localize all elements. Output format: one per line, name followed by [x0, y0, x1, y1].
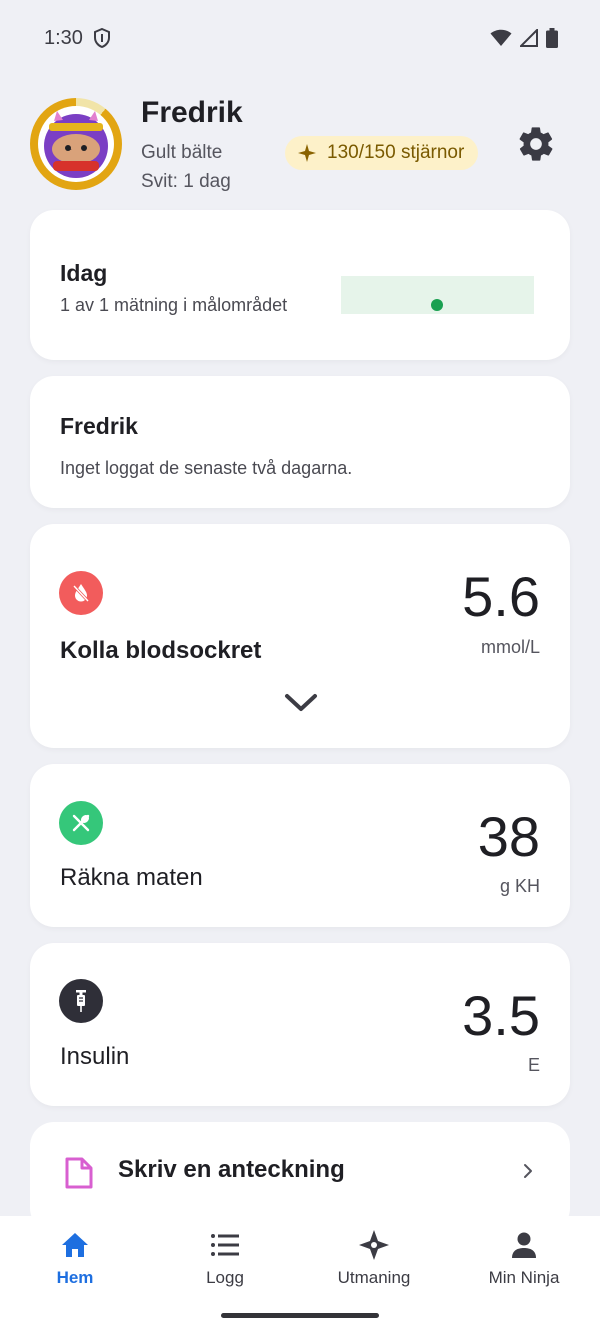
list-icon	[150, 1228, 300, 1262]
blood-sugar-label: Kolla blodsockret	[60, 637, 262, 664]
log-card-message: Inget loggat de senaste två dagarna.	[60, 458, 353, 478]
measurement-dot	[431, 299, 443, 311]
home-indicator[interactable]	[221, 1313, 379, 1318]
today-card[interactable]: Idag 1 av 1 mätning i målområdet	[30, 210, 570, 360]
profile-belt: Gult bälte	[141, 142, 223, 163]
syringe-glyph-icon	[76, 990, 86, 1012]
ninja-avatar-icon	[44, 111, 108, 178]
nav-item-challenge[interactable]: Utmaning	[299, 1228, 449, 1298]
nav-label-log: Logg	[206, 1268, 244, 1287]
blood-sugar-value: 5.6	[462, 565, 540, 628]
stars-count: 130/150 stjärnor	[327, 142, 465, 163]
profile-streak: Svit: 1 dag	[141, 171, 231, 192]
status-time: 1:30	[44, 26, 83, 49]
food-card[interactable]: Räkna maten 38 g KH	[30, 764, 570, 927]
target-range-chart	[341, 276, 534, 314]
nav-item-my-ninja[interactable]: Min Ninja	[449, 1228, 599, 1298]
nav-label-challenge: Utmaning	[337, 1268, 411, 1287]
food-value: 38	[477, 805, 540, 868]
star-icon	[298, 144, 316, 162]
wifi-icon	[490, 29, 512, 46]
status-bar: 1:30	[0, 0, 600, 76]
insulin-label: Insulin	[60, 1043, 130, 1070]
write-note-label: Skriv en anteckning	[118, 1156, 345, 1183]
home-icon	[0, 1228, 150, 1262]
profile-header: Fredrik Gult bälte Svit: 1 dag 130/150 s…	[30, 96, 570, 196]
utensils-icon	[59, 801, 103, 845]
insulin-value: 3.5	[462, 984, 540, 1047]
log-card-title: Fredrik	[60, 413, 138, 439]
document-icon	[65, 1157, 93, 1189]
avatar[interactable]	[30, 98, 122, 190]
chevron-down-icon[interactable]	[284, 692, 318, 714]
blood-sugar-unit: mmol/L	[480, 637, 540, 657]
today-title: Idag	[60, 260, 108, 286]
shield-icon	[93, 28, 110, 48]
nav-item-home[interactable]: Hem	[0, 1228, 150, 1298]
fork-spoon-icon	[72, 814, 90, 832]
syringe-icon	[59, 979, 103, 1023]
status-right	[490, 28, 558, 48]
bottom-navigation: Hem Logg Utmaning Min Ninja	[0, 1216, 600, 1333]
signal-icon	[520, 29, 538, 47]
insulin-card[interactable]: Insulin 3.5 E	[30, 943, 570, 1106]
gear-icon[interactable]	[516, 124, 556, 164]
battery-icon	[546, 28, 558, 48]
food-unit: g KH	[499, 876, 540, 896]
nav-item-log[interactable]: Logg	[150, 1228, 300, 1298]
status-left: 1:30	[44, 27, 111, 50]
blood-sugar-card[interactable]: Kolla blodsockret 5.6 mmol/L	[30, 524, 570, 748]
person-icon	[449, 1228, 599, 1262]
nav-label-my-ninja: Min Ninja	[488, 1268, 560, 1287]
avatar-inner	[38, 106, 114, 182]
log-status-card[interactable]: Fredrik Inget loggat de senaste två daga…	[30, 376, 570, 508]
insulin-unit: E	[527, 1055, 540, 1075]
nav-label-home: Hem	[56, 1268, 94, 1287]
drop-off-icon	[72, 584, 90, 603]
today-subtitle: 1 av 1 mätning i målområdet	[60, 295, 288, 315]
stars-badge[interactable]: 130/150 stjärnor	[285, 136, 479, 170]
shuriken-icon	[299, 1228, 449, 1262]
blood-drop-icon	[59, 571, 103, 615]
chevron-right-icon	[524, 1164, 532, 1178]
profile-name: Fredrik	[141, 96, 243, 129]
food-label: Räkna maten	[60, 864, 203, 891]
